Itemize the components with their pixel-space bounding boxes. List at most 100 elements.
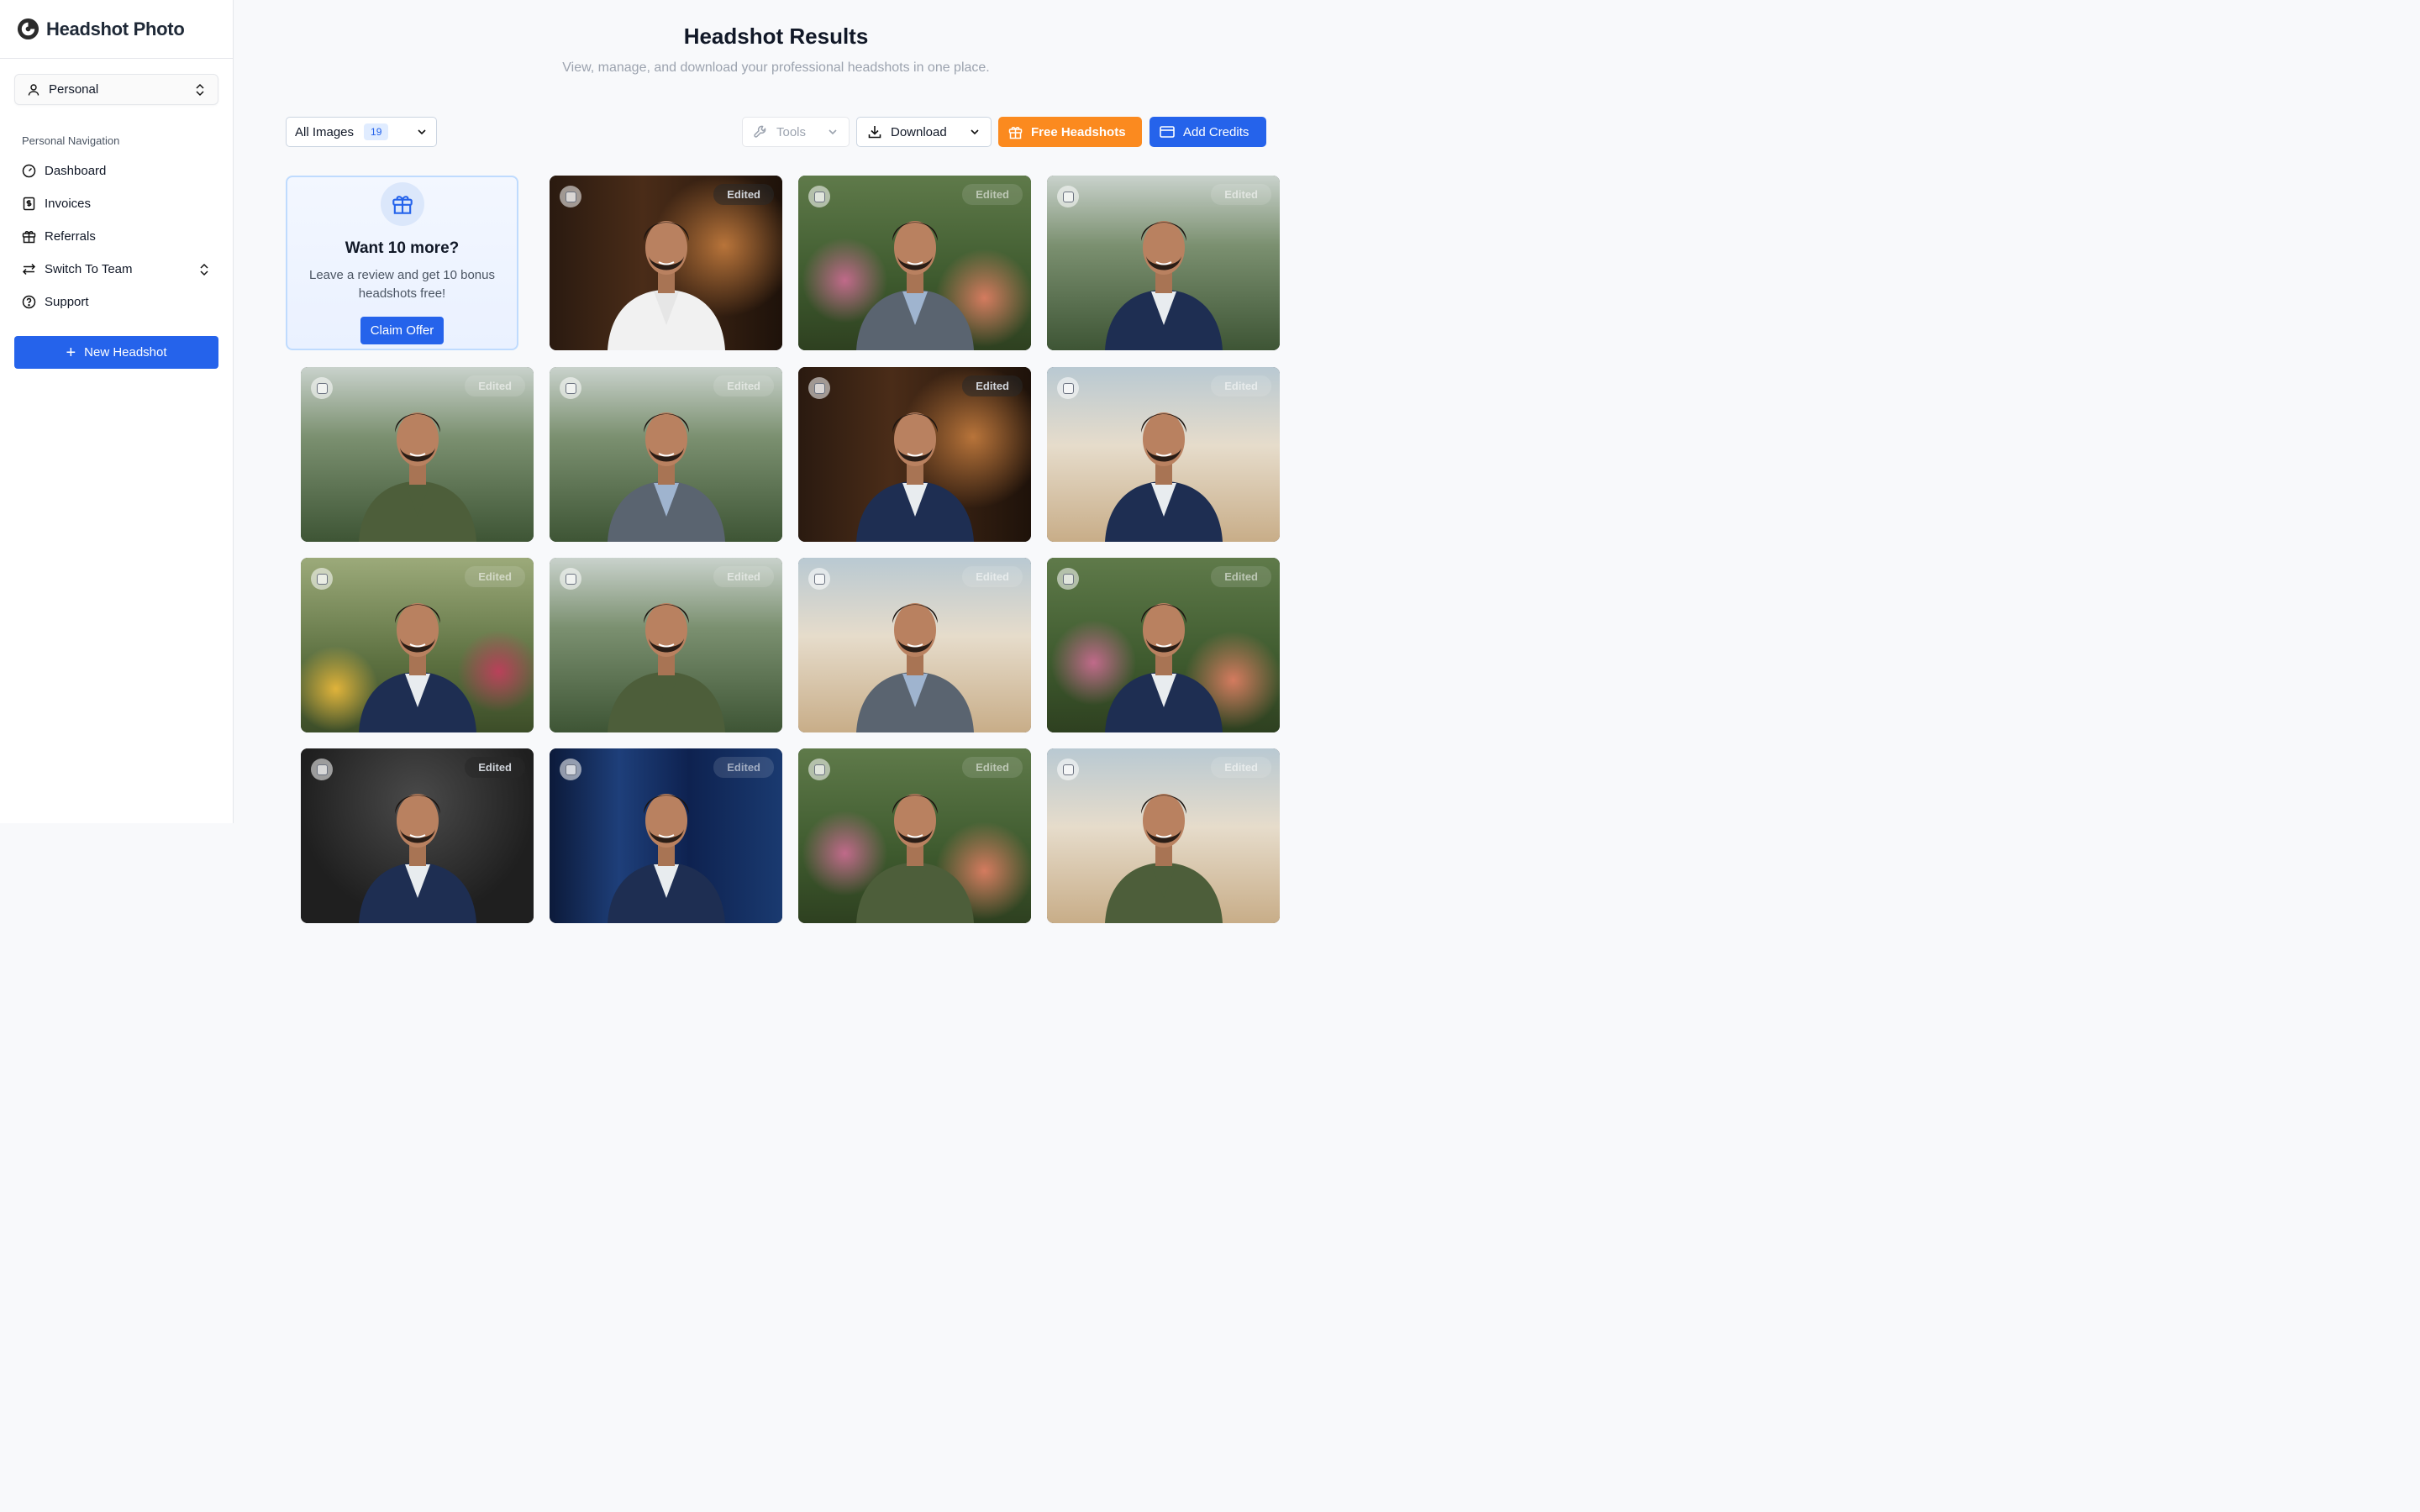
select-checkbox[interactable] xyxy=(560,759,581,780)
headshot-card[interactable]: Edited xyxy=(1047,367,1280,542)
checkbox-box xyxy=(316,764,328,775)
edited-badge: Edited xyxy=(1211,375,1271,396)
select-checkbox[interactable] xyxy=(808,186,830,207)
headshot-card[interactable]: Edited xyxy=(301,558,534,732)
checkbox-box xyxy=(565,191,576,202)
headshot-card[interactable]: Edited xyxy=(1047,748,1280,923)
edited-badge: Edited xyxy=(1211,184,1271,205)
new-headshot-label: New Headshot xyxy=(84,345,167,360)
select-checkbox[interactable] xyxy=(560,568,581,590)
sidebar-item-invoices[interactable]: Invoices xyxy=(14,187,218,220)
headshot-image xyxy=(855,412,974,542)
sidebar-item-dashboard[interactable]: Dashboard xyxy=(14,155,218,187)
credit-card-icon xyxy=(1160,126,1175,138)
free-headshots-label: Free Headshots xyxy=(1031,124,1126,139)
edited-badge: Edited xyxy=(962,757,1023,778)
sidebar-item-referrals[interactable]: Referrals xyxy=(14,220,218,253)
chevron-updown-icon xyxy=(196,83,204,96)
image-filter-select[interactable]: All Images 19 xyxy=(286,117,437,147)
download-button[interactable]: Download xyxy=(856,117,992,147)
headshot-card[interactable]: Edited xyxy=(798,748,1031,923)
checkbox-box xyxy=(813,764,825,775)
gift-icon xyxy=(392,196,413,214)
select-checkbox[interactable] xyxy=(311,377,333,399)
brand-name: Headshot Photo xyxy=(46,18,185,39)
invoice-icon xyxy=(23,197,35,211)
promo-card: Want 10 more? Leave a review and get 10 … xyxy=(286,176,518,350)
checkbox-box xyxy=(1062,191,1074,202)
headshot-card[interactable]: Edited xyxy=(798,558,1031,732)
edited-badge: Edited xyxy=(465,375,525,396)
sidebar-item-switch-team[interactable]: Switch To Team xyxy=(14,253,218,286)
help-icon xyxy=(22,295,36,309)
headshot-image xyxy=(1104,794,1223,923)
headshot-image xyxy=(1104,221,1223,350)
account-label: Personal xyxy=(49,82,99,97)
tools-button[interactable]: Tools xyxy=(742,117,850,147)
select-checkbox[interactable] xyxy=(1057,377,1079,399)
headshot-image xyxy=(607,603,725,732)
headshot-card[interactable]: Edited xyxy=(550,558,782,732)
sidebar: Headshot Photo Personal Personal Navigat… xyxy=(0,0,234,823)
headshot-card[interactable]: Edited xyxy=(301,748,534,923)
promo-gift-badge xyxy=(380,182,424,226)
page-title: Headshot Results xyxy=(683,24,869,49)
select-checkbox[interactable] xyxy=(560,377,581,399)
headshot-card[interactable]: Edited xyxy=(301,367,534,542)
headshot-image xyxy=(855,794,974,923)
filter-label: All Images xyxy=(295,124,355,139)
headshot-card[interactable]: Edited xyxy=(798,176,1031,350)
sidebar-item-support[interactable]: Support xyxy=(14,286,218,318)
chevron-down-icon xyxy=(418,129,426,135)
headshot-card[interactable]: Edited xyxy=(798,367,1031,542)
add-credits-button[interactable]: Add Credits xyxy=(1150,117,1266,147)
brand[interactable]: Headshot Photo xyxy=(0,0,233,59)
headshot-card[interactable]: Edited xyxy=(550,367,782,542)
new-headshot-button[interactable]: + New Headshot xyxy=(14,336,218,369)
headshot-card[interactable]: Edited xyxy=(1047,558,1280,732)
nav-heading: Personal Navigation xyxy=(22,134,120,147)
headshot-card[interactable]: Edited xyxy=(550,748,782,923)
main-content: Headshot Results View, manage, and downl… xyxy=(234,0,1318,923)
gift-icon xyxy=(22,231,36,244)
edited-badge: Edited xyxy=(962,375,1023,396)
promo-title: Want 10 more? xyxy=(345,239,460,257)
select-checkbox[interactable] xyxy=(560,186,581,207)
checkbox-box xyxy=(316,382,328,394)
headshot-card[interactable]: Edited xyxy=(550,176,782,350)
checkbox-box xyxy=(813,573,825,585)
headshot-card[interactable]: Edited xyxy=(1047,176,1280,350)
headshot-image xyxy=(358,794,476,923)
headshot-image xyxy=(1104,412,1223,542)
select-checkbox[interactable] xyxy=(311,568,333,590)
select-checkbox[interactable] xyxy=(1057,759,1079,780)
select-checkbox[interactable] xyxy=(808,568,830,590)
checkbox-box xyxy=(316,573,328,585)
select-checkbox[interactable] xyxy=(1057,568,1079,590)
select-checkbox[interactable] xyxy=(808,377,830,399)
sidebar-item-label: Invoices xyxy=(45,197,92,211)
sidebar-item-label: Referrals xyxy=(45,229,96,244)
user-icon xyxy=(28,83,39,96)
claim-offer-button[interactable]: Claim Offer xyxy=(360,317,445,344)
checkbox-box xyxy=(813,382,825,394)
checkbox-box xyxy=(565,573,576,585)
tools-label: Tools xyxy=(776,124,807,139)
select-checkbox[interactable] xyxy=(808,759,830,780)
account-switcher[interactable]: Personal xyxy=(14,74,218,105)
switch-icon xyxy=(22,263,36,276)
page-subtitle: View, manage, and download your professi… xyxy=(562,60,990,75)
gift-icon xyxy=(1008,126,1023,139)
select-checkbox[interactable] xyxy=(1057,186,1079,207)
edited-badge: Edited xyxy=(465,757,525,778)
sidebar-nav: Dashboard Invoices Referrals Switch To T… xyxy=(14,155,218,318)
free-headshots-button[interactable]: Free Headshots xyxy=(998,117,1142,147)
select-checkbox[interactable] xyxy=(311,759,333,780)
headshot-image xyxy=(358,412,476,542)
promo-body: Leave a review and get 10 bonus headshot… xyxy=(309,268,495,301)
edited-badge: Edited xyxy=(465,566,525,587)
download-label: Download xyxy=(891,124,947,139)
checkbox-box xyxy=(813,191,825,202)
sidebar-item-label: Support xyxy=(45,295,89,309)
wrench-icon xyxy=(754,125,766,138)
